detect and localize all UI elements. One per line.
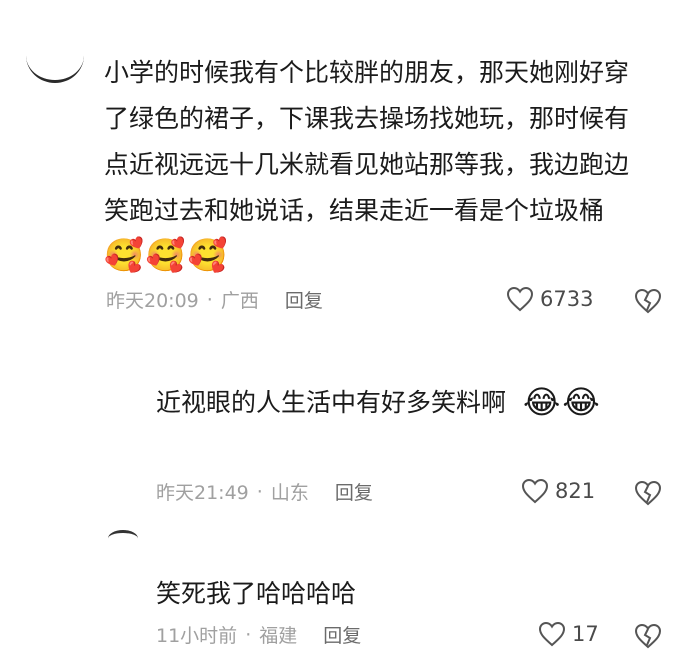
hug-emoji-icon: 🥰 — [187, 236, 228, 274]
dislike-button[interactable] — [634, 288, 662, 316]
comment-time: 昨天21:49 — [156, 482, 249, 504]
avatar[interactable] — [108, 530, 138, 547]
broken-heart-icon — [634, 480, 662, 506]
like-count: 17 — [572, 622, 599, 646]
tears-of-joy-emoji-icon: 😂 — [523, 383, 561, 421]
comment-location: 山东 — [270, 482, 309, 504]
tears-of-joy-emoji-icon: 😂 — [562, 383, 600, 421]
meta-separator: · — [206, 288, 213, 311]
reply-button[interactable]: 回复 — [285, 286, 323, 313]
meta-separator: · — [256, 480, 263, 503]
meta-separator: · — [245, 623, 252, 646]
hug-emoji-icon: 🥰 — [104, 236, 144, 274]
like-count: 6733 — [540, 287, 594, 311]
comment-meta: 11小时前 · 福建 回复 — [156, 621, 361, 648]
dislike-button[interactable] — [634, 623, 662, 651]
reply-text-content: 近视眼的人生活中有好多笑料啊 — [156, 388, 507, 417]
like-count: 821 — [555, 479, 596, 503]
broken-heart-icon — [634, 623, 662, 649]
comment-time: 昨天20:09 — [106, 290, 199, 312]
emoji-row: 😂 😂 — [523, 383, 600, 421]
broken-heart-icon — [634, 288, 662, 314]
reply-text-content: 笑死我了哈哈哈哈 — [156, 579, 357, 608]
heart-outline-icon — [506, 286, 534, 312]
reply-button[interactable]: 回复 — [323, 621, 361, 648]
dislike-button[interactable] — [634, 480, 662, 508]
comment-line: 小学的时候我有个比较胖的朋友，那天她刚好穿 — [104, 58, 630, 87]
reply-button[interactable]: 回复 — [335, 478, 373, 505]
comment-meta: 昨天21:49 · 山东 回复 — [156, 478, 373, 505]
avatar[interactable] — [26, 28, 84, 83]
emoji-row: 🥰 🥰 🥰 — [104, 236, 228, 274]
heart-outline-icon — [521, 478, 549, 504]
reply-text: 笑死我了哈哈哈哈 — [156, 571, 656, 617]
comment-location: 广西 — [220, 290, 259, 312]
like-button[interactable]: 821 — [521, 478, 595, 504]
hug-emoji-icon: 🥰 — [145, 236, 186, 274]
comment-line: 点近视远远十几米就看见她站那等我，我边跑边 — [104, 150, 630, 179]
comment-line: 笑跑过去和她说话，结果走近一看是个垃圾桶 — [104, 196, 605, 225]
comment-text: 小学的时候我有个比较胖的朋友，那天她刚好穿 了绿色的裙子，下课我去操场找她玩，那… — [104, 50, 674, 234]
comment-line: 了绿色的裙子，下课我去操场找她玩，那时候有 — [104, 104, 630, 133]
heart-outline-icon — [538, 621, 566, 647]
like-button[interactable]: 17 — [538, 621, 599, 647]
comment-location: 福建 — [259, 625, 298, 647]
comment-time: 11小时前 — [156, 625, 238, 647]
like-button[interactable]: 6733 — [506, 286, 593, 312]
comment-meta: 昨天20:09 · 广西 回复 — [106, 286, 323, 313]
